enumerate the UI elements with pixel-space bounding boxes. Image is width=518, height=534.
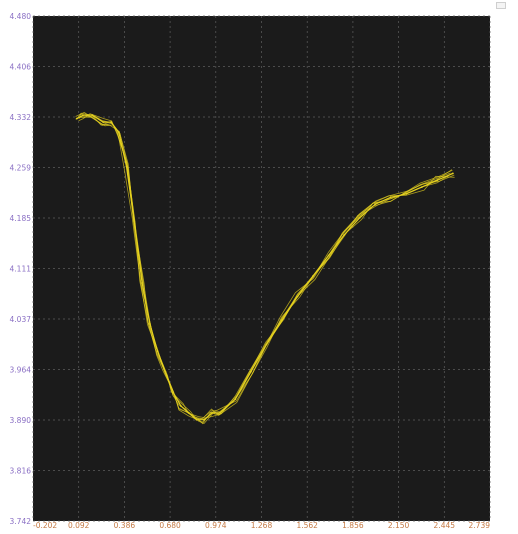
data-point xyxy=(110,121,112,123)
data-point xyxy=(452,172,454,175)
data-point xyxy=(102,121,105,123)
window-corner-icon xyxy=(496,2,506,9)
data-point xyxy=(172,391,175,394)
data-point xyxy=(195,418,198,421)
data-point xyxy=(281,319,283,322)
data-point xyxy=(156,350,159,353)
x-tick-label: 2.445 xyxy=(434,521,456,530)
data-point xyxy=(374,203,377,206)
data-point xyxy=(420,186,423,189)
data-point xyxy=(117,131,120,134)
data-point xyxy=(203,418,206,421)
data-point xyxy=(327,254,330,257)
data-point xyxy=(234,398,237,401)
x-tick-label: 1.856 xyxy=(342,521,364,530)
data-point xyxy=(75,117,78,120)
data-point xyxy=(296,295,299,298)
data-point xyxy=(211,412,213,414)
data-point xyxy=(149,323,151,325)
y-tick-label: 3.742 xyxy=(10,517,32,526)
data-point xyxy=(164,370,167,373)
data-point xyxy=(343,234,345,236)
y-tick-label: 4.111 xyxy=(10,265,32,274)
data-point xyxy=(358,217,361,219)
x-tick-label: 2.150 xyxy=(388,521,410,530)
x-tick-label: 0.092 xyxy=(68,521,90,530)
data-point xyxy=(405,193,408,195)
data-point xyxy=(133,220,136,223)
x-tick-label: 1.562 xyxy=(296,521,318,530)
x-tick-label: 0.974 xyxy=(205,521,227,530)
x-tick-label: 1.268 xyxy=(251,521,273,530)
data-point xyxy=(389,196,392,199)
x-tick-label: -0.202 xyxy=(33,521,57,530)
y-tick-label: 4.480 xyxy=(10,12,32,21)
y-tick-label: 4.259 xyxy=(10,164,32,173)
x-tick-label: 2.739 xyxy=(469,521,491,530)
data-point xyxy=(82,114,84,117)
data-point xyxy=(250,370,252,373)
data-point xyxy=(141,282,144,284)
data-point xyxy=(187,412,190,414)
data-point xyxy=(218,412,221,414)
data-point xyxy=(125,165,128,168)
data-point xyxy=(91,114,94,117)
y-tick-label: 4.406 xyxy=(10,63,32,72)
data-point xyxy=(265,343,268,346)
y-tick-label: 3.816 xyxy=(10,467,32,476)
plot-window: 4.480 4.406 4.332 4.259 4.185 4.111 4.037 3.964… xyxy=(0,0,518,530)
y-tick-label: 3.964 xyxy=(10,366,32,375)
x-tick-label: 0.680 xyxy=(159,521,181,530)
data-point xyxy=(180,405,182,407)
y-tick-label: 4.185 xyxy=(10,214,32,223)
x-tick-label: 0.386 xyxy=(114,521,136,530)
data-point xyxy=(436,179,439,182)
y-tick-label: 4.332 xyxy=(10,113,32,122)
y-tick-label: 3.890 xyxy=(10,416,32,425)
y-tick-label: 4.037 xyxy=(10,315,32,324)
data-point xyxy=(312,275,314,277)
chart: 4.480 4.406 4.332 4.259 4.185 4.111 4.037 3.964… xyxy=(0,0,518,530)
